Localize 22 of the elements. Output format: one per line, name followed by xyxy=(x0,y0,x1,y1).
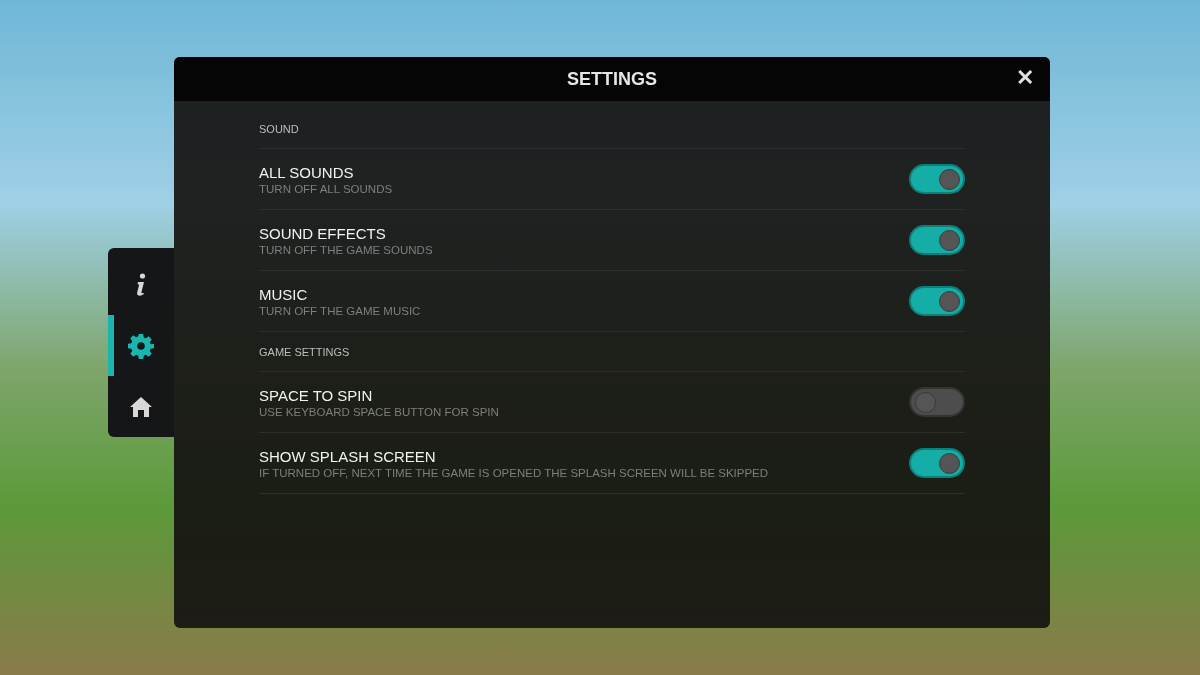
option-description: TURN OFF ALL SOUNDS xyxy=(259,182,393,195)
close-button[interactable]: ✕ xyxy=(1012,65,1038,91)
toggle-switch[interactable] xyxy=(909,387,965,417)
section-heading: SOUND xyxy=(259,119,965,149)
option-label: SHOW SPLASH SCREEN xyxy=(259,447,437,465)
option-description: TURN OFF THE GAME MUSIC xyxy=(259,304,421,317)
info-icon xyxy=(134,272,148,297)
option-description: IF TURNED OFF, NEXT TIME THE GAME IS OPENED THE SPLASH SCREEN WILL BE SKIPPED xyxy=(259,466,769,479)
dialog-title: SETTINGS xyxy=(567,68,657,90)
settings-icon xyxy=(128,332,154,359)
section-heading: GAME SETTINGS xyxy=(259,342,965,372)
option-description: USE KEYBOARD SPACE BUTTON FOR SPIN xyxy=(259,405,499,418)
option-label: SOUND EFFECTS xyxy=(259,224,387,242)
option-description: TURN OFF THE GAME SOUNDS xyxy=(259,243,433,256)
option-label: MUSIC xyxy=(259,285,309,303)
option-label: ALL SOUNDS xyxy=(259,163,355,181)
toggle-switch[interactable] xyxy=(909,448,965,478)
option-label: SPACE TO SPIN xyxy=(259,386,374,404)
toggle-switch[interactable] xyxy=(909,164,965,194)
toggle-switch[interactable] xyxy=(909,286,965,316)
home-icon xyxy=(129,395,153,418)
toggle-switch[interactable] xyxy=(909,225,965,255)
